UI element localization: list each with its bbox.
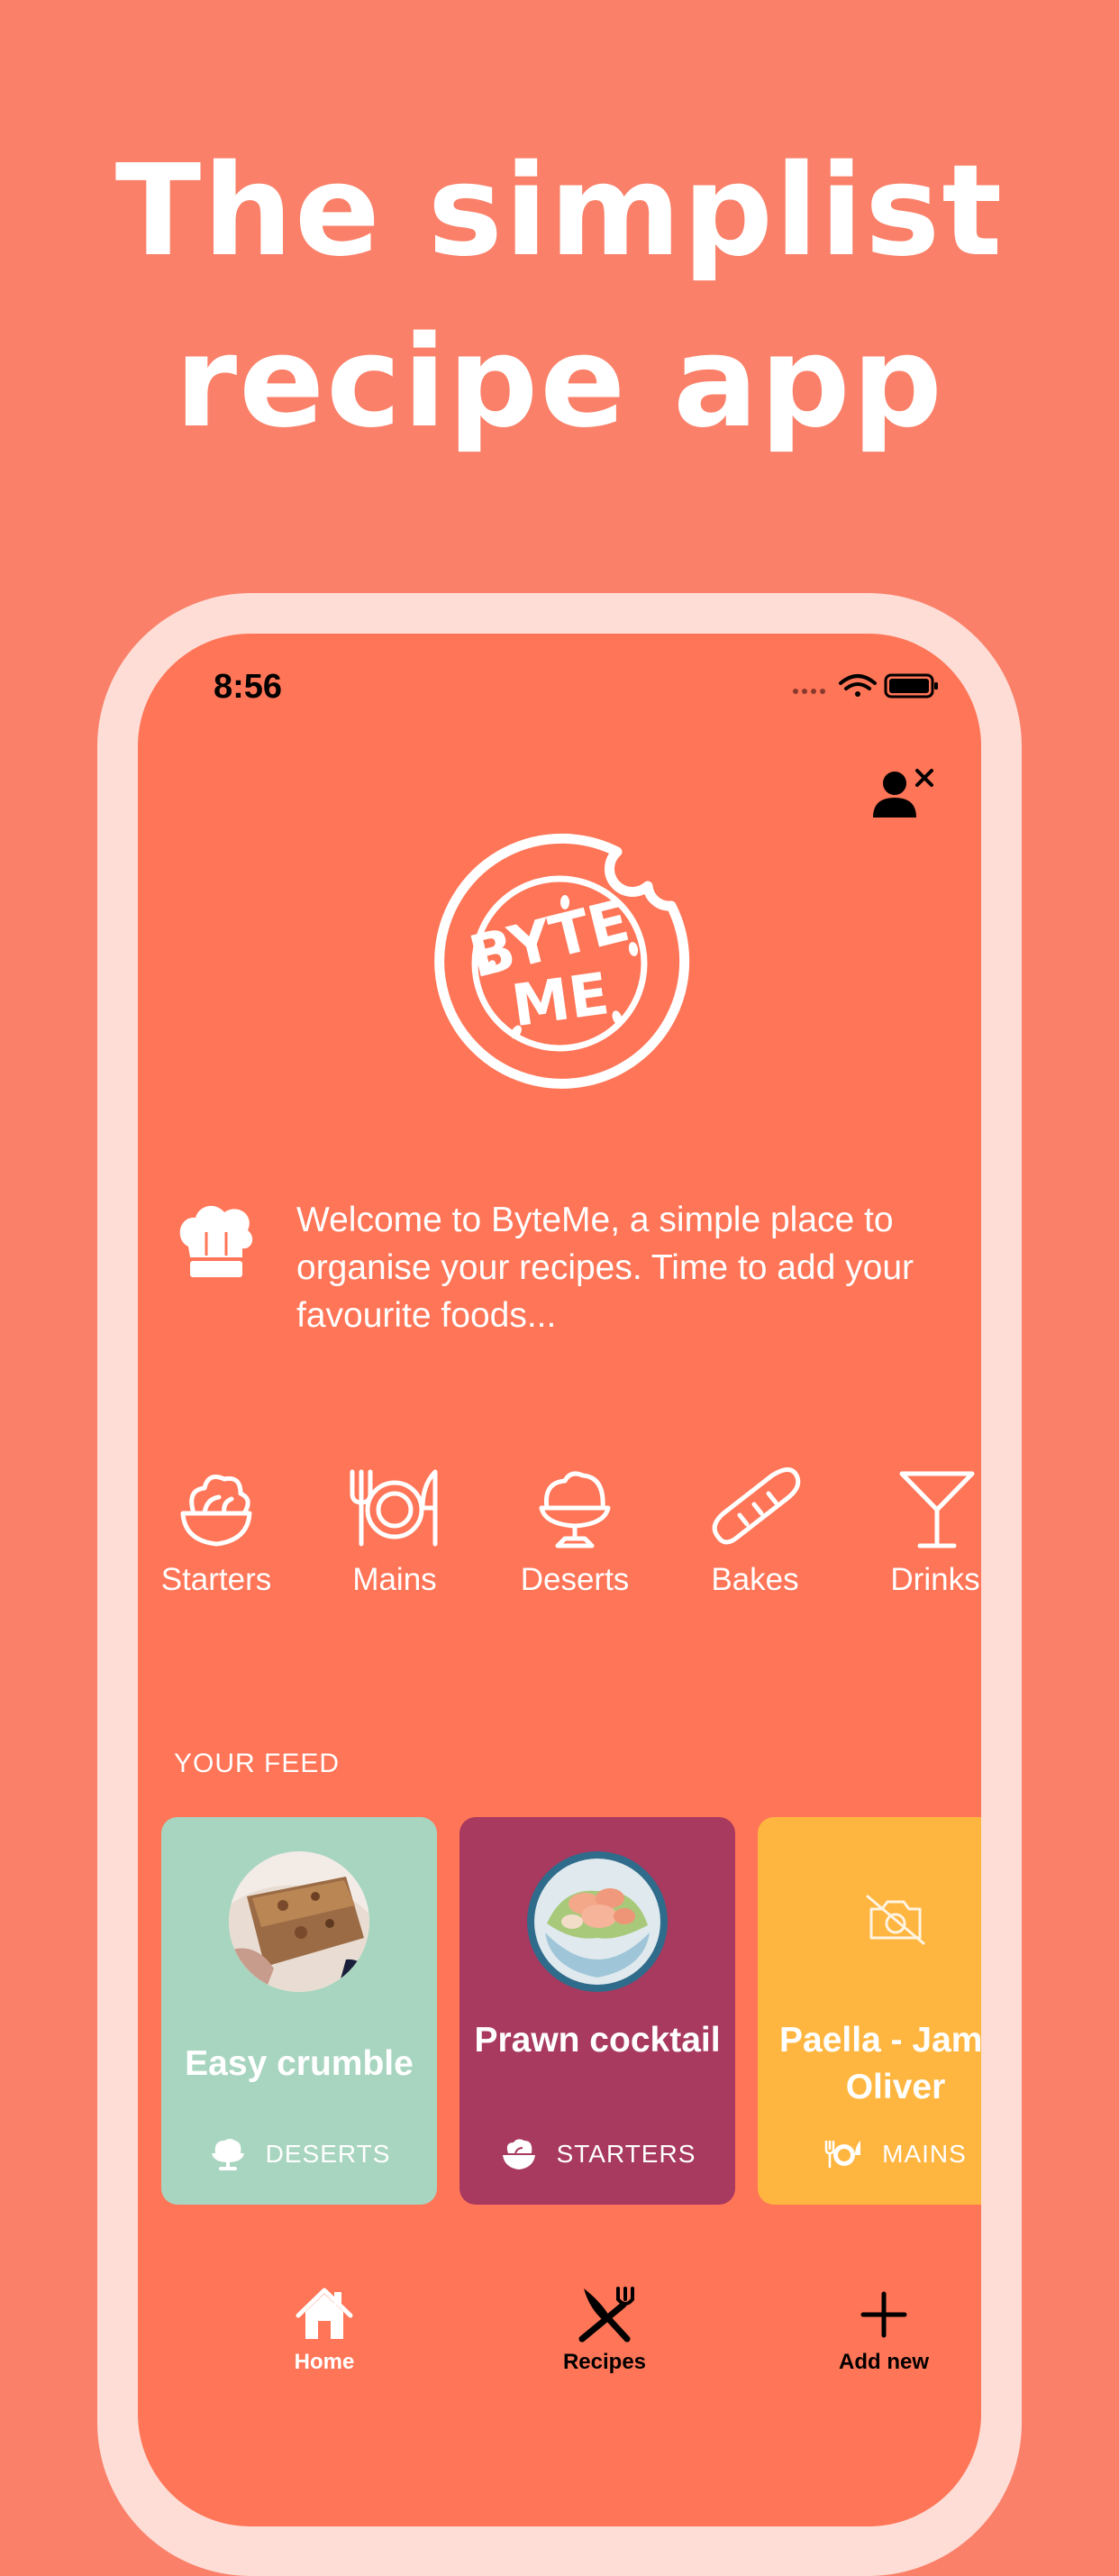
salad-bowl-icon: [502, 2139, 535, 2170]
status-time: 8:56: [214, 668, 283, 706]
tab-label: Home: [294, 2350, 355, 2374]
recipe-category-label: DESERTS: [265, 2140, 391, 2168]
home-icon: [296, 2288, 353, 2339]
category-deserts[interactable]: Deserts: [498, 1463, 651, 1598]
plate-cutlery-icon: [824, 2141, 861, 2168]
welcome-message: Welcome to ByteMe, a simple place to org…: [296, 1201, 914, 1335]
category-list: Starters Mains Deserts Bakes Drinks: [138, 1463, 981, 1625]
category-drinks[interactable]: Drinks: [859, 1463, 981, 1598]
battery-icon: [884, 673, 938, 699]
fork-knife-icon: [578, 2287, 634, 2343]
headline: The simplist recipe app: [0, 126, 1119, 469]
category-label: Drinks: [890, 1562, 980, 1597]
recipe-image: [229, 1851, 369, 1992]
recipe-card-paella[interactable]: Paella - Jamie Oliver MAINS: [758, 1817, 981, 2205]
baguette-icon: [712, 1467, 801, 1545]
tab-recipes[interactable]: Recipes: [514, 2283, 695, 2375]
recipe-name: Prawn cocktail: [474, 2021, 721, 2060]
headline-line-1: The simplist: [114, 138, 1005, 285]
category-label: Bakes: [711, 1562, 799, 1597]
person-remove-icon[interactable]: [868, 765, 940, 828]
recipe-category: STARTERS: [459, 2134, 735, 2174]
category-label: Deserts: [520, 1562, 630, 1597]
chef-hat-icon: [179, 1205, 253, 1277]
tab-home[interactable]: Home: [234, 2283, 414, 2375]
ice-cream-icon: [539, 1471, 611, 1548]
recipe-image: [527, 1851, 668, 1992]
plate-cutlery-icon: [350, 1469, 438, 1547]
signal-icon: [793, 689, 825, 694]
ice-cream-icon: [211, 2139, 244, 2170]
tab-bar: Home Recipes Add new: [138, 2283, 981, 2409]
feed-title: YOUR FEED: [174, 1749, 341, 1778]
category-label: Starters: [160, 1562, 272, 1597]
headline-line-2: recipe app: [175, 309, 944, 456]
tab-add-new[interactable]: Add new: [794, 2283, 974, 2375]
recipe-category: DESERTS: [161, 2134, 437, 2174]
recipe-name: Paella - Jamie Oliver: [779, 2021, 981, 2106]
recipe-card-easy-crumble[interactable]: Easy crumble DESERTS: [161, 1817, 437, 2205]
recipe-category-label: MAINS: [882, 2140, 967, 2168]
category-bakes[interactable]: Bakes: [678, 1463, 832, 1598]
plus-icon: [860, 2291, 907, 2338]
logo-text-bottom: ME: [508, 961, 614, 1040]
cocktail-icon: [899, 1471, 975, 1548]
salad-bowl-icon: [180, 1475, 252, 1547]
app-screen: 8:56 BYTE ME Welcome to ByteMe, a simple…: [138, 634, 981, 2526]
byteme-logo: BYTE ME: [434, 833, 690, 1089]
category-mains[interactable]: Mains: [318, 1463, 471, 1598]
category-starters[interactable]: Starters: [140, 1463, 293, 1598]
tab-label: Add new: [839, 2350, 929, 2374]
wifi-icon: [839, 674, 877, 697]
recipe-card-prawn-cocktail[interactable]: Prawn cocktail STARTERS: [459, 1817, 735, 2205]
recipe-category: MAINS: [758, 2134, 981, 2174]
status-icons: [793, 673, 938, 699]
category-label: Mains: [352, 1562, 437, 1597]
no-photo-icon: [866, 1895, 925, 1945]
tab-label: Recipes: [562, 2350, 647, 2374]
recipe-name: Easy crumble: [185, 2044, 414, 2083]
recipe-category-label: STARTERS: [556, 2140, 696, 2168]
